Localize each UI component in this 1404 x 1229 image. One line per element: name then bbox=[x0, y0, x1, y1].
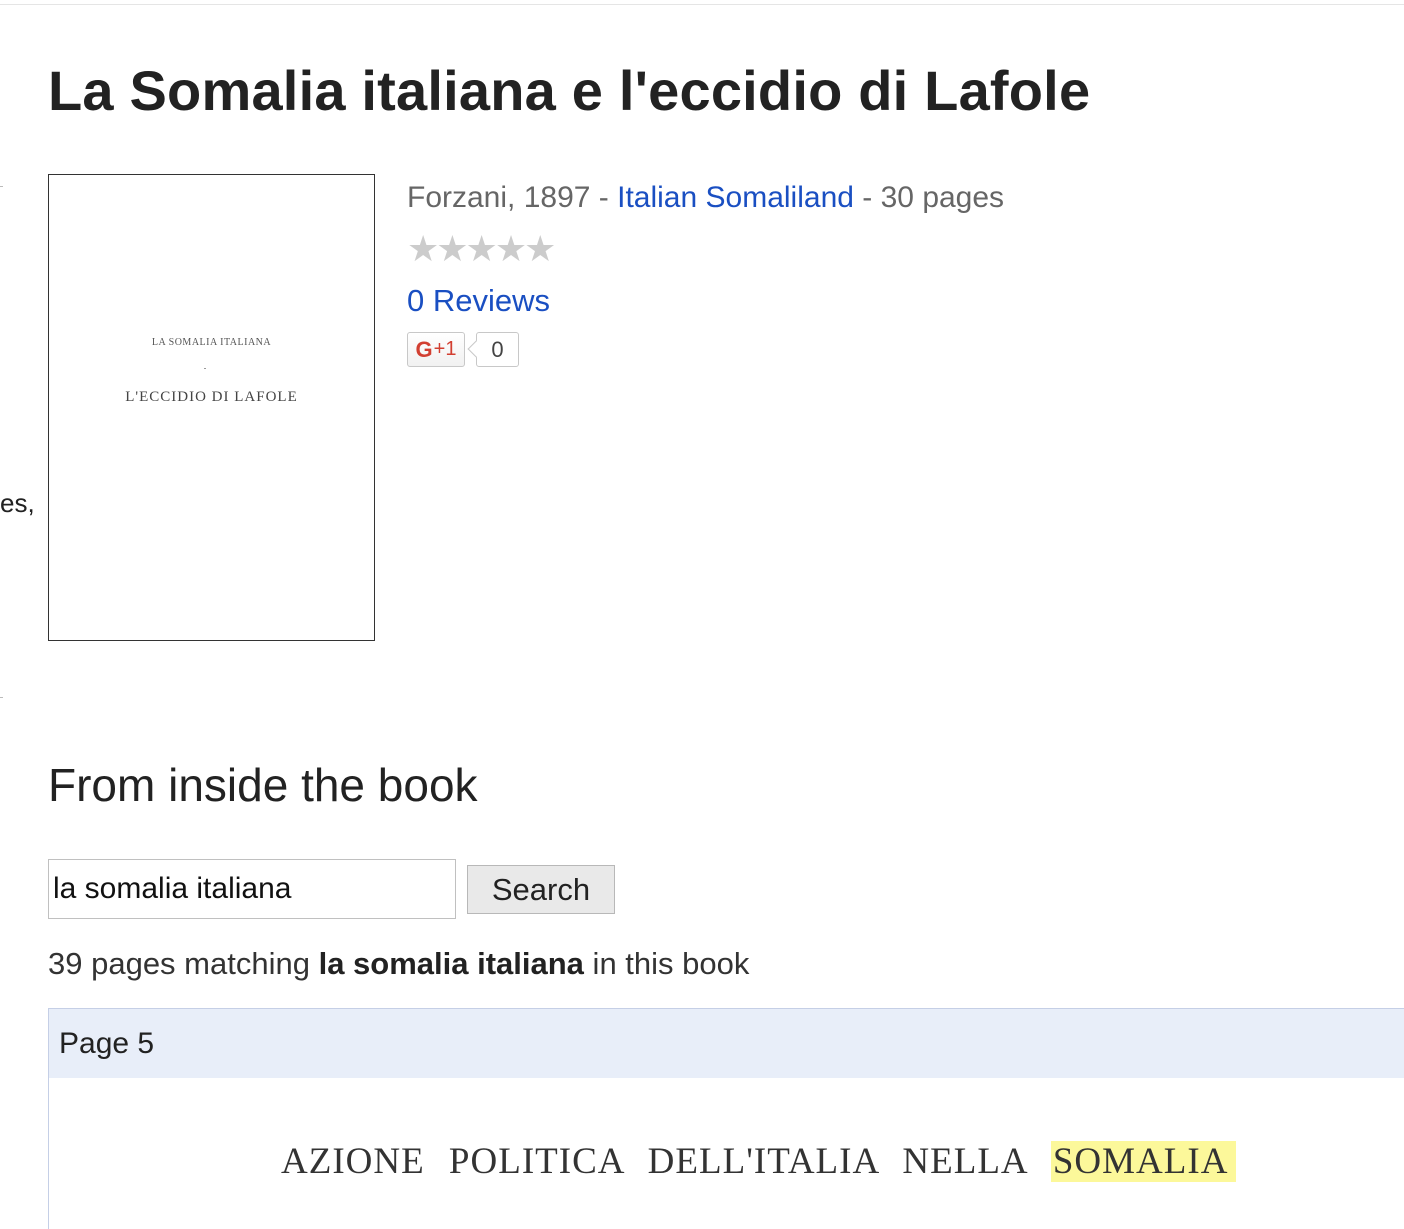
results-count-text: 39 pages matching bbox=[48, 946, 319, 981]
results-suffix: in this book bbox=[583, 946, 750, 981]
section-heading: From inside the book bbox=[48, 759, 478, 811]
result-page-label: Page 5 bbox=[59, 1027, 155, 1060]
plus-one-label: +1 bbox=[433, 338, 457, 360]
left-edge-tick bbox=[0, 186, 3, 187]
google-plus-one-button[interactable]: G +1 bbox=[407, 332, 465, 367]
results-summary: 39 pages matching la somalia italiana in… bbox=[48, 946, 749, 982]
top-divider bbox=[0, 4, 1404, 5]
star-rating: ★★★★★ bbox=[407, 228, 556, 269]
cover-subtitle-line: L'ECCIDIO DI LAFOLE bbox=[125, 389, 298, 405]
search-input[interactable] bbox=[48, 859, 456, 919]
page-count: 30 pages bbox=[880, 181, 1005, 214]
snippet-text: AZIONE POLITICA DELL'ITALIA NELLA bbox=[281, 1141, 1027, 1182]
cover-title-line: LA SOMALIA ITALIANA bbox=[151, 337, 272, 348]
meta-separator: - bbox=[853, 181, 881, 214]
meta-separator: - bbox=[590, 181, 618, 214]
book-metadata: Forzani, 1897 - Italian Somaliland - 30 … bbox=[407, 181, 1004, 215]
subject-link[interactable]: Italian Somaliland bbox=[617, 181, 854, 214]
results-query: la somalia italiana bbox=[318, 946, 584, 981]
book-title: La Somalia italiana e l'eccidio di Lafol… bbox=[48, 59, 1091, 122]
search-result[interactable]: Page 5 AZIONE POLITICA DELL'ITALIA NELLA… bbox=[48, 1008, 1404, 1229]
search-button[interactable]: Search bbox=[467, 865, 615, 914]
reviews-link[interactable]: 0 Reviews bbox=[407, 283, 550, 319]
left-clipped-text: es, bbox=[0, 488, 35, 518]
publisher-year: Forzani, 1897 bbox=[407, 181, 591, 214]
result-snippet[interactable]: AZIONE POLITICA DELL'ITALIA NELLA SOMALI… bbox=[281, 1140, 1237, 1183]
snippet-highlight: SOMALIA bbox=[1050, 1141, 1237, 1182]
cover-ornament bbox=[204, 368, 206, 369]
book-cover-thumbnail[interactable]: LA SOMALIA ITALIANA L'ECCIDIO DI LAFOLE bbox=[48, 174, 375, 641]
left-edge-tick bbox=[0, 697, 3, 698]
plus-one-count: 0 bbox=[476, 332, 519, 367]
result-header: Page 5 bbox=[49, 1009, 1404, 1078]
google-g-icon: G bbox=[415, 336, 433, 362]
